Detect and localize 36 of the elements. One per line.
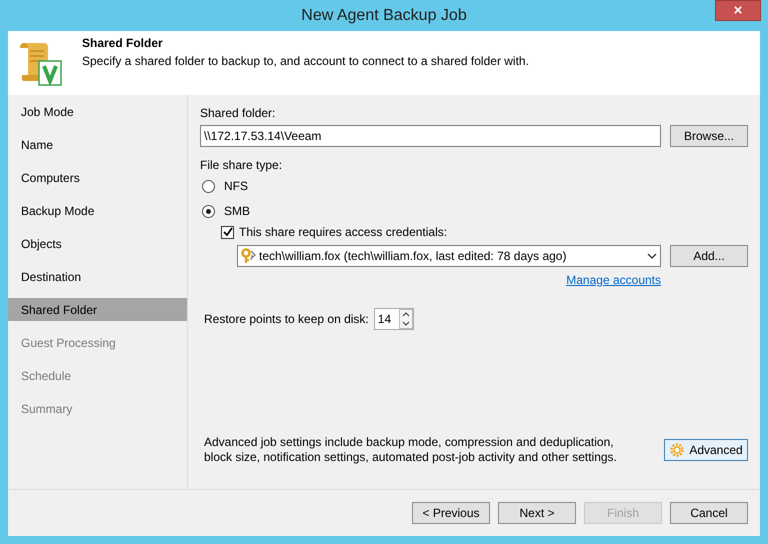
spinner-arrows-icon[interactable] [398, 309, 413, 329]
shared-folder-field[interactable]: \\172.17.53.14\Veeam [200, 125, 661, 147]
field-label: Shared folder: [200, 106, 276, 120]
account-dropdown[interactable]: tech\william.fox (tech\william.fox, last edited: 78 days ago) [237, 245, 661, 267]
radio-label: NFS [224, 179, 248, 193]
header-title: Shared Folder [82, 36, 164, 50]
step-item[interactable]: Shared Folder [8, 298, 187, 321]
advanced-description: Advanced job settings include backup mode, compression and deduplication, block size, notification settings, automated post-job activity and other settings. [204, 435, 618, 465]
add-button[interactable]: Add... [670, 245, 748, 267]
close-button[interactable]: × [715, 0, 761, 21]
step-item[interactable]: Computers [8, 166, 187, 189]
scroll-icon [20, 41, 64, 87]
step-item[interactable]: Name [8, 133, 187, 156]
restore-points-label: Restore points to keep on disk: [204, 312, 369, 326]
wizard-button[interactable]: Next > [498, 502, 576, 524]
step-item[interactable]: Backup Mode [8, 199, 187, 222]
gear-icon [669, 442, 686, 458]
step-item[interactable]: Destination [8, 265, 187, 288]
step-item[interactable]: Job Mode [8, 100, 187, 123]
browse-button[interactable]: Browse... [670, 125, 748, 147]
wizard-button[interactable]: < Previous [412, 502, 490, 524]
header-description: Specify a shared folder to backup to, and account to connect to a shared folder with. [82, 54, 529, 68]
restore-points-spinner[interactable]: 14 [374, 308, 414, 330]
window-title: New Agent Backup Job [301, 6, 467, 24]
checkbox-label: This share requires access credentials: [239, 225, 448, 239]
key-icon [241, 248, 257, 264]
step-item[interactable]: Objects [8, 232, 187, 255]
manage-accounts-link[interactable]: Manage accounts [566, 273, 661, 287]
section-label: File share type: [200, 158, 284, 172]
radio-button[interactable] [202, 180, 215, 192]
radio-button[interactable] [202, 204, 215, 218]
wizard-button[interactable]: Cancel [670, 502, 748, 524]
checkbox[interactable] [221, 226, 234, 238]
radio-label: SMB [224, 204, 250, 218]
advanced-button[interactable]: Advanced [664, 439, 748, 461]
chevron-down-icon [647, 253, 657, 259]
